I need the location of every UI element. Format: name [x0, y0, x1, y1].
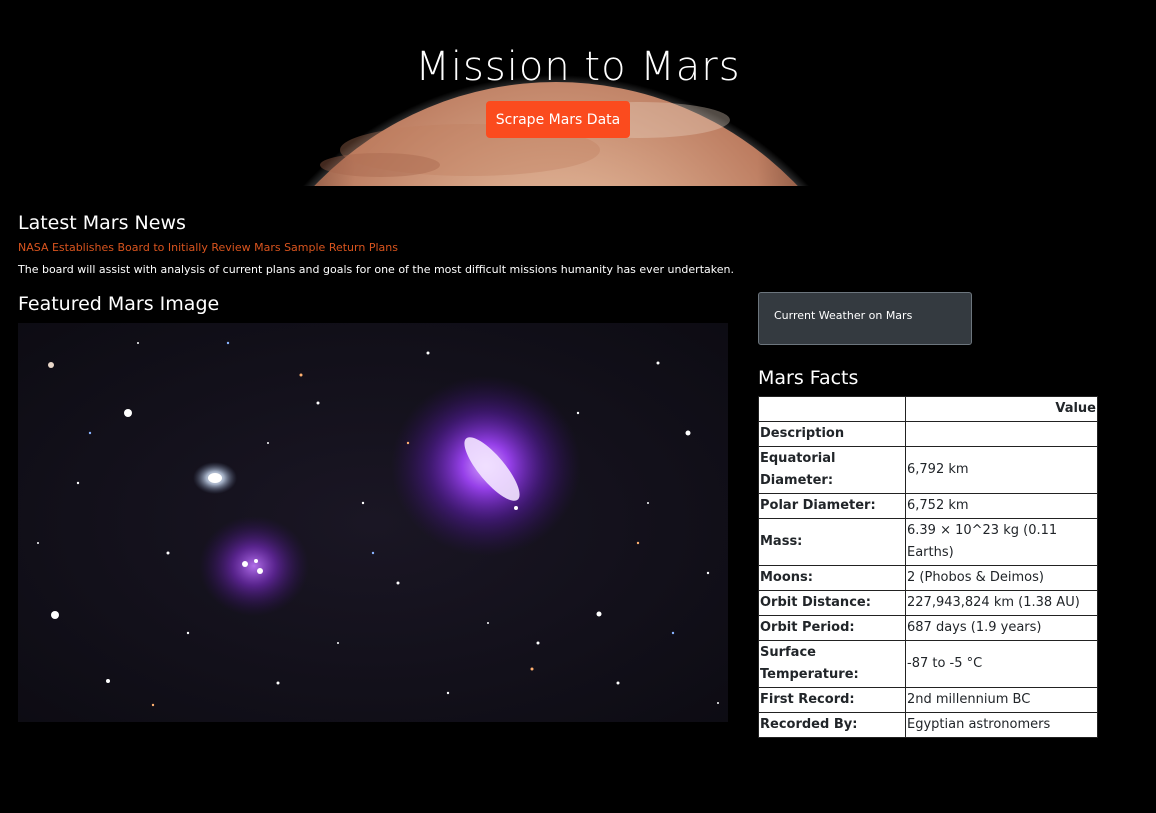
fact-value: 687 days (1.9 years)	[905, 615, 1098, 641]
fact-value: 227,943,824 km (1.38 AU)	[905, 590, 1098, 616]
table-index-row: Description	[758, 421, 1098, 447]
fact-value: Egyptian astronomers	[905, 712, 1098, 738]
fact-value: 6,752 km	[905, 493, 1098, 519]
news-heading: Latest Mars News	[18, 212, 186, 234]
scrape-mars-data-button[interactable]: Scrape Mars Data	[486, 101, 630, 138]
news-headline-link[interactable]: NASA Establishes Board to Initially Revi…	[18, 241, 1118, 255]
mars-facts-table: Value Description Equatorial Diameter: 6…	[758, 396, 1098, 738]
mars-planet-image	[302, 75, 810, 186]
table-row: First Record: 2nd millennium BC	[758, 687, 1098, 713]
page-title: Mission to Mars	[415, 44, 741, 90]
fact-key: Equatorial Diameter:	[758, 446, 906, 494]
fact-value: 2nd millennium BC	[905, 687, 1098, 713]
fact-key: Surface Temperature:	[758, 640, 906, 688]
table-header-row: Value	[758, 396, 1098, 422]
table-header-value: Value	[905, 396, 1098, 422]
fact-key: Mass:	[758, 518, 906, 566]
featured-image-heading: Featured Mars Image	[18, 293, 220, 315]
fact-key: First Record:	[758, 687, 906, 713]
fact-key: Polar Diameter:	[758, 493, 906, 519]
table-header-blank	[758, 396, 906, 422]
table-index-label: Description	[758, 421, 906, 447]
fact-key: Orbit Distance:	[758, 590, 906, 616]
mars-facts-heading: Mars Facts	[758, 367, 859, 389]
table-row: Surface Temperature: -87 to -5 °C	[758, 640, 1098, 688]
table-row: Recorded By: Egyptian astronomers	[758, 712, 1098, 738]
fact-value: 6,792 km	[905, 446, 1098, 494]
table-row: Orbit Distance: 227,943,824 km (1.38 AU)	[758, 590, 1098, 616]
table-row: Moons: 2 (Phobos & Deimos)	[758, 565, 1098, 591]
table-row: Equatorial Diameter: 6,792 km	[758, 446, 1098, 494]
weather-card: Current Weather on Mars	[758, 292, 972, 345]
fact-key: Recorded By:	[758, 712, 906, 738]
fact-key: Orbit Period:	[758, 615, 906, 641]
featured-mars-image	[18, 323, 728, 722]
fact-key: Moons:	[758, 565, 906, 591]
weather-label: Current Weather on Mars	[774, 309, 913, 322]
fact-value: -87 to -5 °C	[905, 640, 1098, 688]
table-row: Orbit Period: 687 days (1.9 years)	[758, 615, 1098, 641]
fact-value: 2 (Phobos & Deimos)	[905, 565, 1098, 591]
fact-value: 6.39 × 10^23 kg (0.11 Earths)	[905, 518, 1098, 566]
hero-banner: Mission to Mars Scrape Mars Data	[0, 0, 1156, 186]
news-section: Latest Mars News NASA Establishes Board …	[18, 211, 1118, 277]
news-teaser: The board will assist with analysis of c…	[18, 263, 734, 276]
table-index-blank	[905, 421, 1098, 447]
table-row: Mass: 6.39 × 10^23 kg (0.11 Earths)	[758, 518, 1098, 566]
table-row: Polar Diameter: 6,752 km	[758, 493, 1098, 519]
